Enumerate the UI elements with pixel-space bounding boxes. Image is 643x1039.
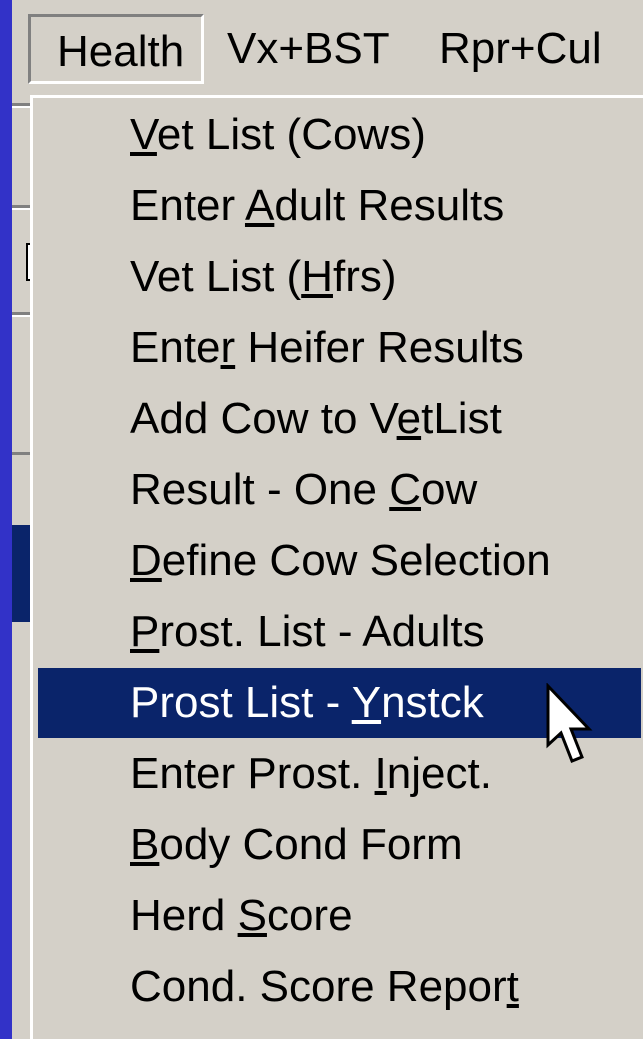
menu-item-label-text: dult Results (274, 181, 505, 230)
menu-item-label-text: Add Cow to V (130, 394, 397, 443)
menu-item-label-text: Result - One (130, 465, 390, 514)
menu-item[interactable]: Enter Adult Results (38, 171, 641, 241)
menu-item-label: Herd Score (130, 881, 353, 951)
menu-item-label-text: Cond. Score Repor (130, 962, 507, 1011)
menu-item-accelerator: Y (351, 678, 382, 727)
menu-vx-bst-label: Vx+BST (227, 24, 390, 73)
menu-item[interactable]: Result - One Cow (38, 455, 641, 525)
menu-health-label: Health (57, 27, 185, 76)
menu-item[interactable]: Prost. List - Adults (38, 597, 641, 667)
health-dropdown-menu: Vet List (Cows) Enter Adult Results Vet Li… (30, 95, 643, 1039)
menu-item-accelerator: D (130, 536, 162, 585)
menu-item-accelerator: V (130, 110, 157, 159)
menu-item[interactable]: Cond. Score Report (38, 952, 641, 1022)
menu-item-label: Result - One Cow (130, 455, 477, 525)
menu-item-label: Cond. Score Report (130, 952, 519, 1022)
menu-item-accelerator: C (389, 465, 421, 514)
menu-item-accelerator: e (396, 394, 422, 443)
menu-item-label-text: Vet List ( (130, 252, 302, 301)
menu-item-label-text: nstck (381, 678, 484, 727)
arrow-pointer-icon (546, 683, 593, 763)
menu-item[interactable]: Herd Score (38, 881, 641, 951)
menu-item[interactable]: Enter Heifer Results (38, 313, 641, 383)
menu-item-accelerator: H (301, 252, 333, 301)
menu-item-label-text: Enter Prost. (130, 749, 375, 798)
menu-item[interactable]: Vet List (Cows) (38, 100, 641, 170)
menu-item-label-text: Prost List - (130, 678, 352, 727)
menu-item-accelerator: I (374, 749, 387, 798)
menu-item-accelerator: t (506, 962, 519, 1011)
menu-item-label: Vet List (Cows) (130, 100, 426, 170)
menu-item-label: Body Cond Form (130, 810, 463, 880)
menu-item-label-text: core (266, 891, 353, 940)
menu-item-label: Enter Adult Results (130, 171, 504, 241)
menu-item-label-text: ody Cond Form (159, 820, 463, 869)
menu-vx-bst[interactable]: Vx+BST (227, 14, 390, 84)
menu-item[interactable]: Define Cow Selection (38, 526, 641, 596)
menu-item-accelerator: r (220, 323, 236, 372)
menu-rpr-cul[interactable]: Rpr+Cul (439, 14, 602, 84)
menu-item-label-text: Enter (130, 181, 245, 230)
menu-item-label-text: nject. (386, 749, 492, 798)
menu-item-label-text: et List (Cows) (156, 110, 426, 159)
menu-item-label-text: tList (421, 394, 502, 443)
menu-item-label-text: rost. List - Adults (159, 607, 485, 656)
menu-item-label-text: Herd (130, 891, 238, 940)
menu-item-label-text: Ente (130, 323, 221, 372)
menu-item-accelerator: B (130, 820, 160, 869)
menu-item-label: Vet List (Hfrs) (130, 242, 397, 312)
menu-item[interactable]: Add Cow to VetList (38, 384, 641, 454)
menu-item-accelerator: A (244, 181, 275, 230)
menu-item[interactable]: Vet List (Hfrs) (38, 242, 641, 312)
menu-item-label: Enter Prost. Inject. (130, 739, 492, 809)
menu-item-label: Prost List - Ynstck (130, 668, 484, 738)
menu-bar: Health Vx+BST Rpr+Cul (12, 0, 643, 95)
menu-item-label-text: Heifer Results (235, 323, 524, 372)
menu-health[interactable]: Health (28, 14, 204, 84)
menu-item-label: Prost. List - Adults (130, 597, 485, 667)
menu-item-label: Define Cow Selection (130, 526, 551, 596)
menu-item-accelerator: P (130, 607, 160, 656)
menu-rpr-cul-label: Rpr+Cul (439, 24, 602, 73)
menu-item[interactable]: Body Cond Form (38, 810, 641, 880)
menu-item-label-text: efine Cow Selection (161, 536, 551, 585)
menu-item-accelerator: S (237, 891, 267, 940)
menu-item-label-text: ow (421, 465, 478, 514)
menu-item-label: Enter Heifer Results (130, 313, 524, 383)
menu-item-label: Add Cow to VetList (130, 384, 502, 454)
menu-item-label-text: frs) (332, 252, 397, 301)
